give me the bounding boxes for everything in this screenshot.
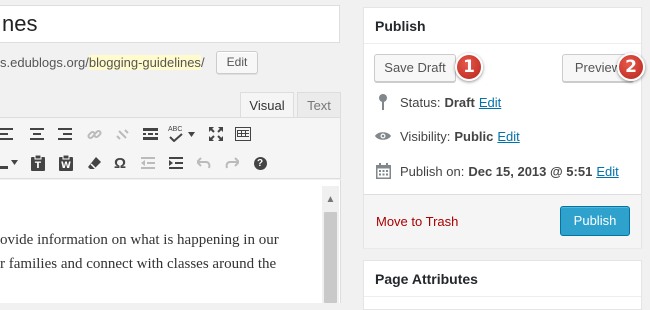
paste-from-word-icon[interactable]: W — [56, 153, 76, 173]
edit-permalink-button[interactable]: Edit — [216, 51, 258, 74]
pin-icon — [374, 93, 392, 111]
tab-visual[interactable]: Visual — [240, 92, 294, 118]
page-attributes-title[interactable]: Page Attributes — [364, 261, 641, 297]
align-right-icon[interactable] — [55, 124, 75, 144]
status-edit-link[interactable]: Edit — [479, 95, 501, 110]
permalink-prefix: s.edublogs.org/ — [0, 55, 89, 70]
editor-content[interactable]: ovide information on what is happening i… — [0, 180, 341, 303]
publish-on-label: Publish on: — [400, 163, 465, 179]
publish-on-row: Publish on: Dec 15, 2013 @ 5:51 Edit — [374, 161, 619, 181]
read-more-icon[interactable] — [140, 124, 160, 144]
link-icon[interactable] — [84, 124, 104, 144]
svg-text:W: W — [61, 161, 71, 171]
visibility-row: Visibility: Public Edit — [374, 126, 520, 146]
visibility-edit-link[interactable]: Edit — [497, 129, 519, 144]
visibility-label: Visibility: — [400, 128, 451, 144]
scrollbar-thumb[interactable] — [324, 212, 337, 303]
unlink-icon[interactable] — [112, 124, 132, 144]
visibility-value: Public — [454, 128, 494, 144]
status-row: Status: Draft Edit — [374, 92, 501, 112]
redo-icon[interactable] — [222, 153, 242, 173]
calendar-icon — [374, 162, 392, 180]
editor-line: ovide information on what is happening i… — [0, 232, 279, 248]
publish-box-title: Publish — [364, 8, 641, 44]
move-to-trash-link[interactable]: Move to Trash — [376, 214, 458, 229]
tab-text[interactable]: Text — [297, 92, 341, 118]
align-left-icon[interactable] — [0, 124, 16, 144]
status-label: Status: — [400, 94, 441, 110]
callout-badge-2: 2 — [617, 53, 645, 81]
publish-box: Publish Save Draft Preview 1 2 Status: D… — [363, 7, 645, 248]
publish-button[interactable]: Publish — [560, 206, 630, 236]
spellcheck-glyph: ABC — [168, 126, 183, 133]
publish-on-edit-link[interactable]: Edit — [596, 164, 618, 179]
special-character-icon[interactable]: Ω — [110, 153, 130, 173]
title-input[interactable]: nes — [0, 5, 340, 43]
status-value: Draft — [444, 94, 475, 110]
permalink-slug[interactable]: blogging-guidelines — [88, 55, 201, 70]
permalink: s.edublogs.org/blogging-guidelines/ — [0, 55, 205, 70]
paste-as-text-icon[interactable]: T — [28, 153, 48, 173]
save-draft-button[interactable]: Save Draft — [374, 54, 456, 82]
permalink-suffix: / — [200, 55, 205, 70]
outdent-icon[interactable] — [138, 153, 158, 173]
help-icon[interactable]: ? — [250, 153, 270, 173]
editor-line: r families and connect with classes arou… — [0, 256, 277, 272]
eye-icon — [374, 127, 392, 145]
align-center-icon[interactable] — [27, 124, 47, 144]
callout-badge-1: 1 — [455, 53, 483, 81]
undo-icon[interactable] — [194, 153, 214, 173]
editor-scrollbar[interactable]: ▲ — [322, 186, 339, 303]
kitchen-sink-icon[interactable] — [233, 124, 253, 144]
fullscreen-icon[interactable] — [206, 124, 226, 144]
indent-icon[interactable] — [166, 153, 186, 173]
help-glyph: ? — [253, 156, 267, 170]
scroll-up-arrow-icon[interactable]: ▲ — [322, 192, 339, 206]
editor-toolbar: ABC T W Ω ? — [0, 117, 341, 179]
svg-text:T: T — [35, 161, 42, 171]
spellcheck-icon[interactable]: ABC — [166, 124, 196, 144]
publish-on-value: Dec 15, 2013 @ 5:51 — [468, 163, 593, 179]
text-color-icon[interactable] — [0, 153, 22, 173]
major-publishing-actions: Move to Trash Publish — [364, 194, 641, 248]
clear-formatting-icon[interactable] — [84, 153, 104, 173]
